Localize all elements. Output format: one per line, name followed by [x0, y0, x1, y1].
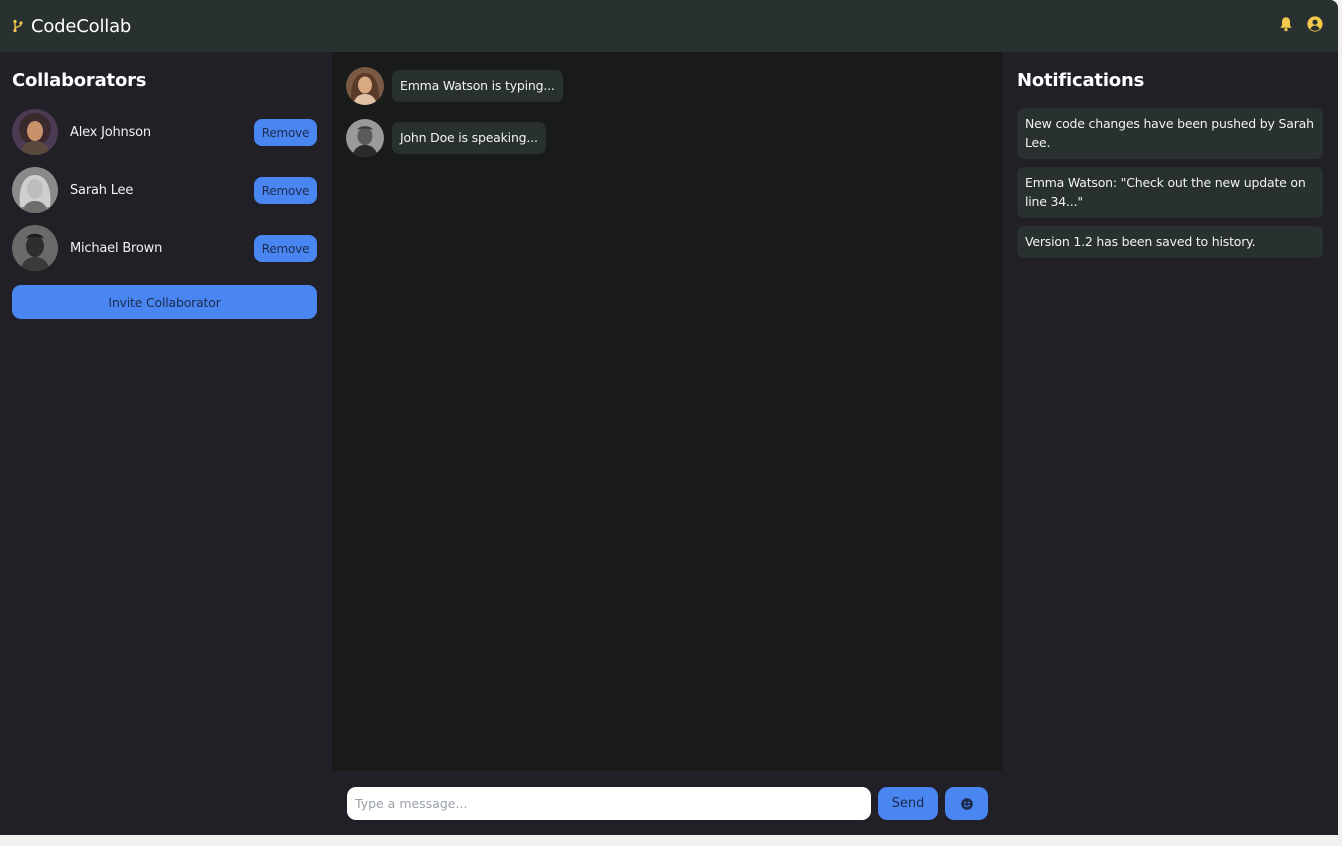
notification-item: Emma Watson: "Check out the new update o… — [1017, 167, 1323, 218]
notification-item: New code changes have been pushed by Sar… — [1017, 108, 1323, 159]
emoji-button[interactable] — [945, 787, 988, 820]
bell-icon[interactable] — [1279, 16, 1293, 32]
notification-item: Version 1.2 has been saved to history. — [1017, 226, 1323, 258]
chat-message: John Doe is speaking... — [346, 119, 546, 157]
avatar — [346, 119, 384, 157]
collaborator-list: Alex Johnson Remove Sarah Lee Remove Mic… — [12, 109, 317, 283]
collaborator-name: Sarah Lee — [70, 182, 134, 198]
user-circle-icon[interactable] — [1307, 16, 1323, 32]
remove-button[interactable]: Remove — [254, 235, 317, 262]
collaborator-item: Sarah Lee Remove — [12, 167, 317, 213]
collaborator-item: Alex Johnson Remove — [12, 109, 317, 155]
chat-bubble: John Doe is speaking... — [392, 122, 546, 154]
collaborator-name: Alex Johnson — [70, 124, 151, 140]
send-button[interactable]: Send — [878, 787, 938, 820]
app-title: CodeCollab — [31, 15, 132, 37]
avatar — [12, 109, 58, 155]
notification-list: New code changes have been pushed by Sar… — [1017, 108, 1323, 266]
collaborator-name: Michael Brown — [70, 240, 163, 256]
collaborator-item: Michael Brown Remove — [12, 225, 317, 271]
message-input[interactable] — [347, 787, 871, 820]
chat-bubble: Emma Watson is typing... — [392, 70, 563, 102]
notifications-panel: Notifications New code changes have been… — [1002, 52, 1338, 835]
code-branch-icon — [13, 19, 23, 33]
chat-area: Emma Watson is typing... John Doe is spe… — [332, 52, 1002, 771]
notifications-title: Notifications — [1017, 70, 1145, 91]
remove-button[interactable]: Remove — [254, 119, 317, 146]
message-composer: Send — [332, 771, 1002, 835]
brand[interactable]: CodeCollab — [12, 16, 131, 37]
top-bar: CodeCollab — [0, 0, 1338, 52]
collaborators-title: Collaborators — [12, 70, 147, 91]
chat-message: Emma Watson is typing... — [346, 67, 563, 105]
invite-collaborator-button[interactable]: Invite Collaborator — [12, 285, 317, 319]
app-window: CodeCollab Collaborators Alex Johnson Re… — [0, 0, 1338, 835]
avatar — [12, 225, 58, 271]
collaborators-panel: Collaborators Alex Johnson Remove Sarah … — [0, 52, 332, 835]
remove-button[interactable]: Remove — [254, 177, 317, 204]
avatar — [12, 167, 58, 213]
smile-icon — [960, 797, 973, 810]
avatar — [346, 67, 384, 105]
